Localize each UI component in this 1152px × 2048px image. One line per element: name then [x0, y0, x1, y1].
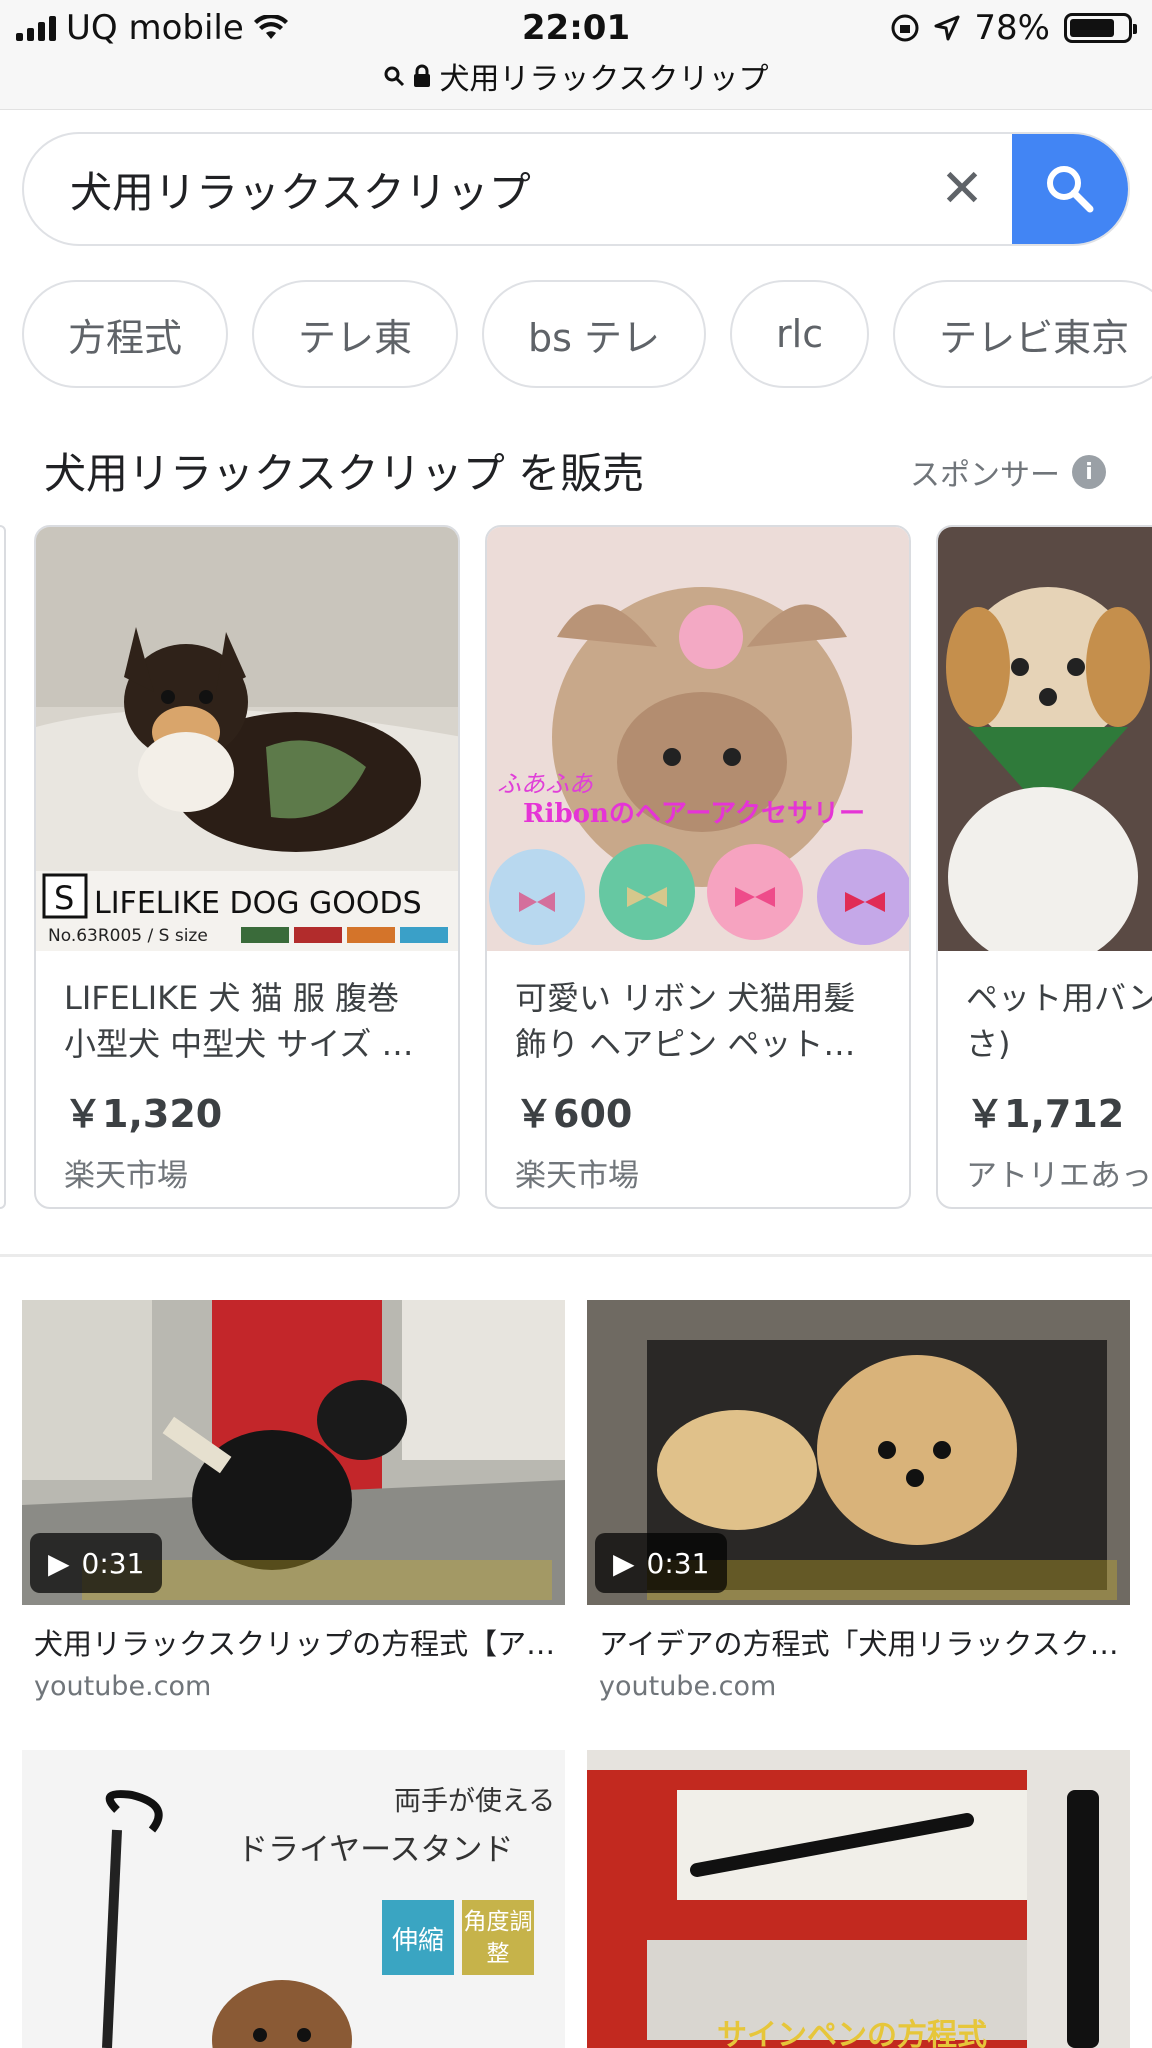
image-caption: サインペンの方程式: [717, 2018, 987, 2048]
video-result[interactable]: ▶ 0:31 犬用リラックスクリップの方程式【ア… youtube.com: [22, 1300, 565, 1702]
duration-badge: ▶ 0:31: [30, 1533, 163, 1593]
product-card[interactable]: ふあふあ Ribonのヘアーアクセサリー 可愛い リボン 犬猫用髪飾り ヘアピン…: [485, 525, 911, 1209]
duration-badge: ▶ 0:31: [595, 1533, 728, 1593]
search-box[interactable]: 犬用リラックスクリップ ✕: [22, 132, 1130, 246]
product-photo-dog-sweater: S LIFELIKE DOG GOODS No.63R005 / S size: [36, 527, 458, 951]
suggestion-chips: 方程式 テレ東 bs テレ rlc テレビ東京: [22, 280, 1152, 392]
product-store: 楽天市場: [515, 1158, 639, 1194]
close-icon: ✕: [940, 159, 984, 219]
size-badge-text: S: [54, 879, 74, 917]
video-duration: 0:31: [646, 1546, 710, 1580]
sign-pen-image: サインペンの方程式: [587, 1750, 1130, 2048]
url-text: 犬用リラックスクリップ: [439, 62, 769, 97]
location-icon: [934, 15, 960, 41]
product-photo-dog-bandana: [938, 527, 1152, 951]
product-carousel[interactable]: S LIFELIKE DOG GOODS No.63R005 / S size …: [0, 525, 1152, 1210]
video-source: youtube.com: [34, 1671, 212, 1702]
model-text: No.63R005 / S size: [48, 926, 208, 946]
product-image[interactable]: S LIFELIKE DOG GOODS No.63R005 / S size: [36, 527, 458, 951]
search-button[interactable]: [1012, 134, 1128, 244]
status-bar: UQ mobile 22:01 78% 犬用リラックスクリップ: [0, 0, 1152, 110]
product-card[interactable]: S LIFELIKE DOG GOODS No.63R005 / S size …: [34, 525, 460, 1209]
sponsored-label[interactable]: スポンサー i: [910, 450, 1106, 494]
product-price: ￥1,712: [966, 1092, 1125, 1136]
caption-line-1: 両手が使える: [394, 1786, 555, 1817]
play-icon: ▶: [48, 1546, 70, 1580]
chip[interactable]: テレ東: [252, 280, 459, 388]
product-title[interactable]: ペット用バン 草(からくさ): [966, 975, 1152, 1067]
video-result[interactable]: ▶ 0:31 アイデアの方程式「犬用リラックスク… youtube.com: [587, 1300, 1130, 1702]
product-store: 楽天市場: [64, 1158, 188, 1194]
battery-icon: [1064, 13, 1137, 43]
chip[interactable]: rlc: [730, 280, 870, 388]
search-icon: [1047, 166, 1094, 213]
video-thumbnail[interactable]: ▶ 0:31: [22, 1300, 565, 1605]
orientation-lock-icon: [891, 14, 919, 42]
dryer-stand-image: 両手が使える ドライヤースタンド 伸縮 角度調整: [22, 1750, 565, 2048]
video-title[interactable]: アイデアの方程式「犬用リラックスク…: [587, 1621, 1130, 1663]
chip[interactable]: テレビ東京: [893, 280, 1152, 388]
lock-icon: [414, 64, 431, 87]
product-image[interactable]: [938, 527, 1152, 951]
search-input[interactable]: 犬用リラックスクリップ: [24, 159, 922, 220]
product-photo-dog-ribbon: ふあふあ Ribonのヘアーアクセサリー: [487, 527, 909, 951]
play-icon: ▶: [613, 1546, 635, 1580]
video-duration: 0:31: [81, 1546, 145, 1580]
ribbon-text: Ribonのヘアーアクセサリー: [523, 799, 865, 829]
product-card[interactable]: ペット用バン 草(からくさ) ￥1,712 アトリエあっ: [936, 525, 1152, 1209]
caption-line-2: ドライヤースタンド: [237, 1832, 514, 1868]
tag-angle: 角度調整: [463, 1909, 533, 1967]
product-title[interactable]: LIFELIKE 犬 猫 服 腹巻 小型犬 中型犬 サイズ …: [64, 975, 430, 1067]
search-icon: [384, 66, 405, 87]
prev-card-edge: [0, 525, 6, 1209]
status-right: 78%: [890, 8, 1137, 48]
video-thumbnail[interactable]: ▶ 0:31: [587, 1300, 1130, 1605]
chip[interactable]: 方程式: [22, 280, 229, 388]
product-image[interactable]: ふあふあ Ribonのヘアーアクセサリー: [487, 527, 909, 951]
sponsored-text: スポンサー: [910, 458, 1060, 493]
tag-extend: 伸縮: [392, 1926, 444, 1956]
chip[interactable]: bs テレ: [482, 280, 707, 388]
product-price: ￥1,320: [64, 1092, 223, 1136]
clear-button[interactable]: ✕: [922, 134, 1002, 244]
fluffy-text: ふあふあ: [497, 770, 593, 798]
shopping-heading: 犬用リラックスクリップ を販売: [44, 449, 645, 498]
video-source: youtube.com: [599, 1671, 777, 1702]
product-price: ￥600: [515, 1092, 633, 1136]
image-result[interactable]: サインペンの方程式: [587, 1750, 1130, 2048]
brand-text: LIFELIKE DOG GOODS: [94, 886, 422, 921]
info-icon[interactable]: i: [1072, 455, 1106, 489]
battery-percent: 78%: [974, 8, 1050, 48]
image-result[interactable]: 両手が使える ドライヤースタンド 伸縮 角度調整: [22, 1750, 565, 2048]
product-title[interactable]: 可愛い リボン 犬猫用髪飾り ヘアピン ペット…: [515, 975, 881, 1067]
section-divider: [0, 1254, 1152, 1257]
url-bar[interactable]: 犬用リラックスクリップ: [0, 54, 1152, 98]
battery-fill: [1070, 19, 1114, 37]
video-title[interactable]: 犬用リラックスクリップの方程式【ア…: [22, 1621, 565, 1663]
product-store: アトリエあっ: [966, 1158, 1152, 1194]
